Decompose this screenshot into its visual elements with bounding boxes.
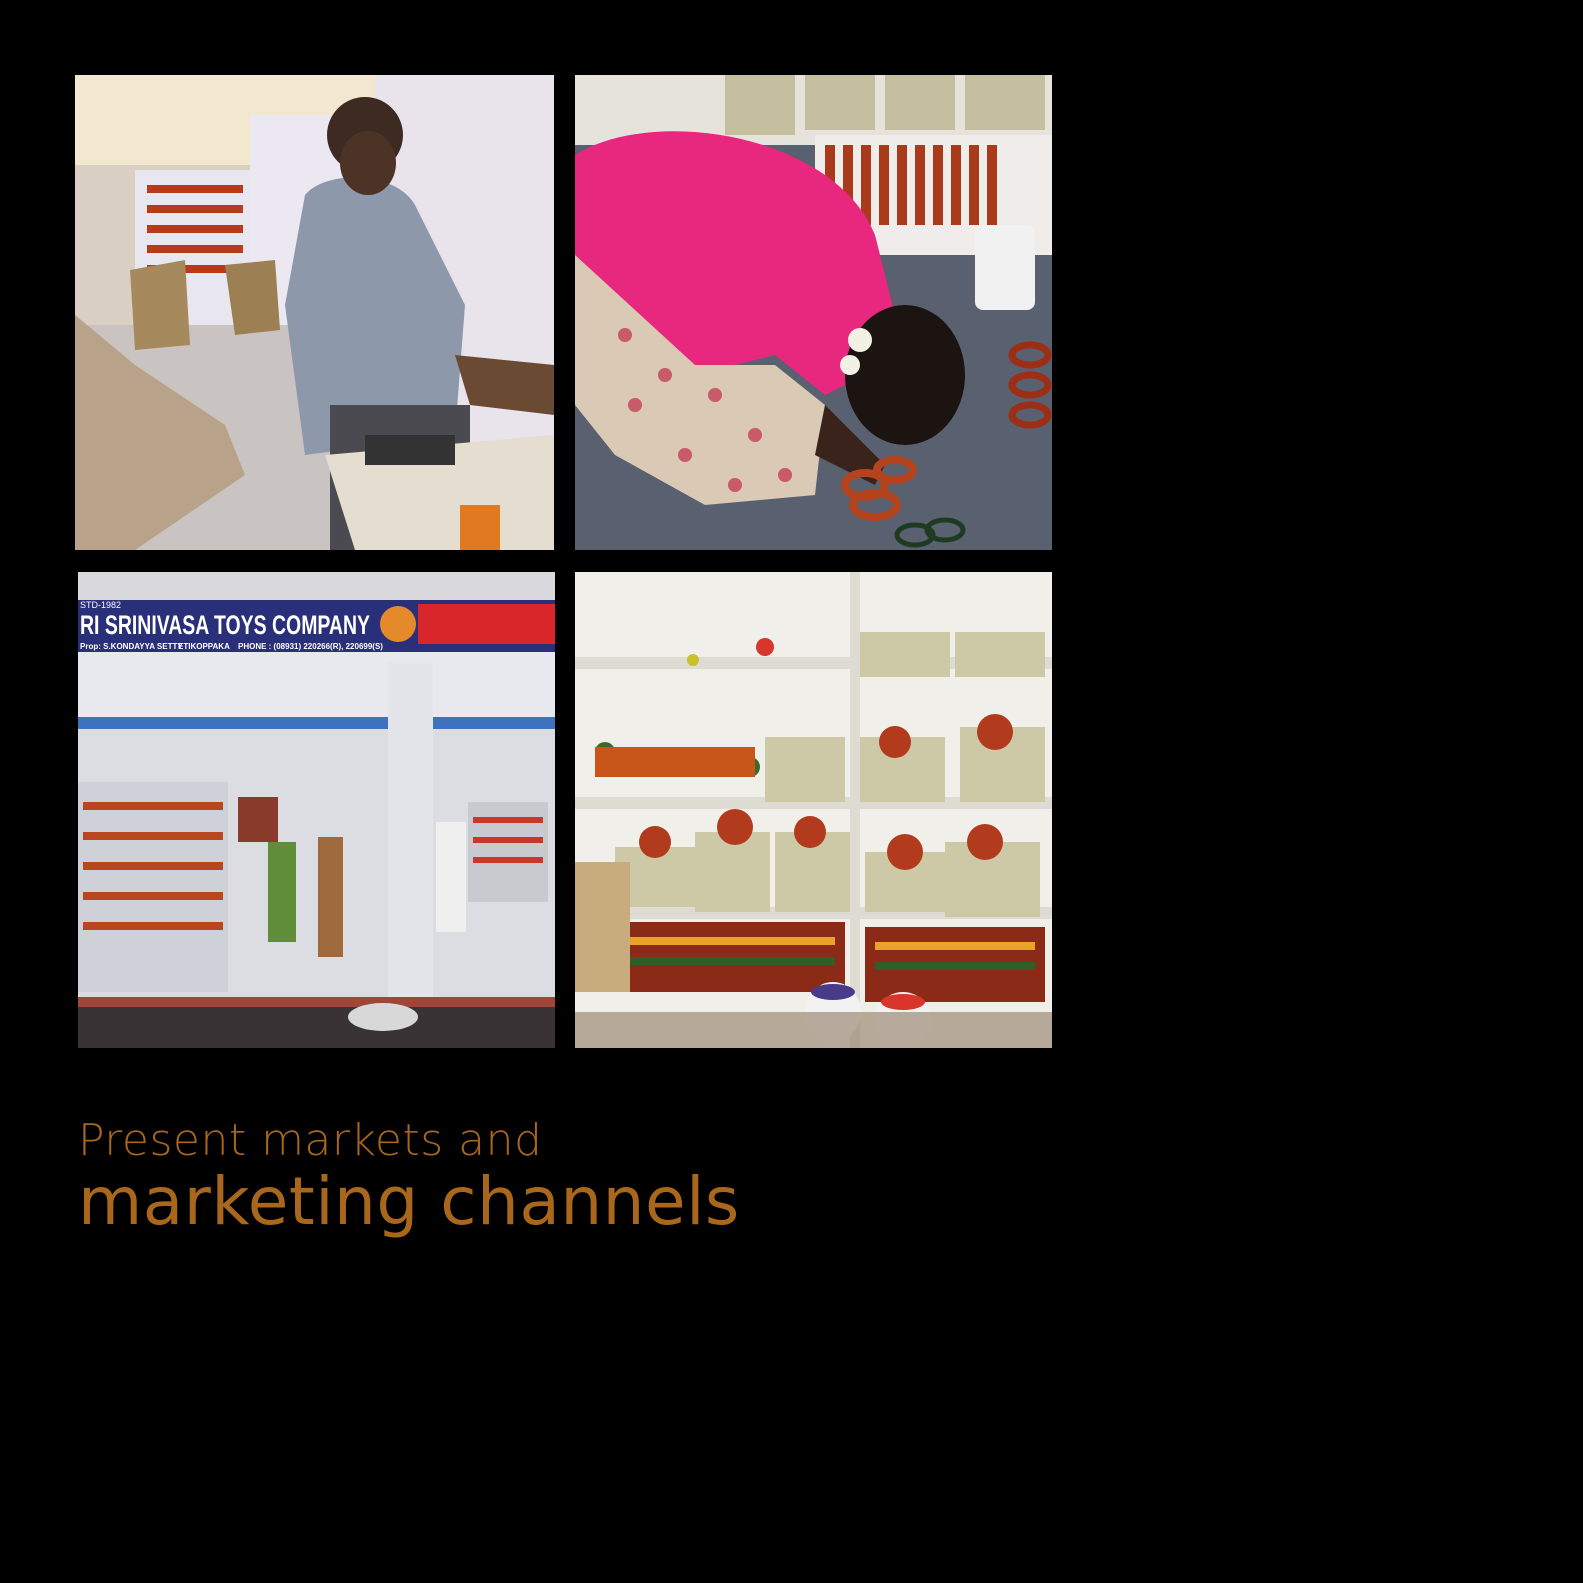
deity-icon <box>380 606 416 642</box>
photo-toy-shelves <box>575 572 1052 1048</box>
sign-est: STD-1982 <box>80 600 121 610</box>
photo-shop-counter <box>75 75 554 550</box>
sign-name: RI SRINIVASA TOYS COMPANY <box>80 610 370 640</box>
photo-storefront: STD-1982 RI SRINIVASA TOYS COMPANY Prop:… <box>78 572 555 1048</box>
photo-bangle-selection <box>575 75 1052 550</box>
telugu-sign-panel <box>418 604 555 644</box>
sign-place: ETIKOPPAKA <box>178 642 230 651</box>
page-caption: Present markets and marketing channels <box>78 1115 740 1237</box>
caption-line-1: Present markets and <box>78 1115 543 1166</box>
sign-phone: PHONE : (08931) 220266(R), 220699(S) <box>238 642 383 651</box>
sign-proprietor: Prop: S.KONDAYYA SETTY <box>80 642 183 651</box>
caption-line-2: marketing channels <box>78 1163 740 1240</box>
